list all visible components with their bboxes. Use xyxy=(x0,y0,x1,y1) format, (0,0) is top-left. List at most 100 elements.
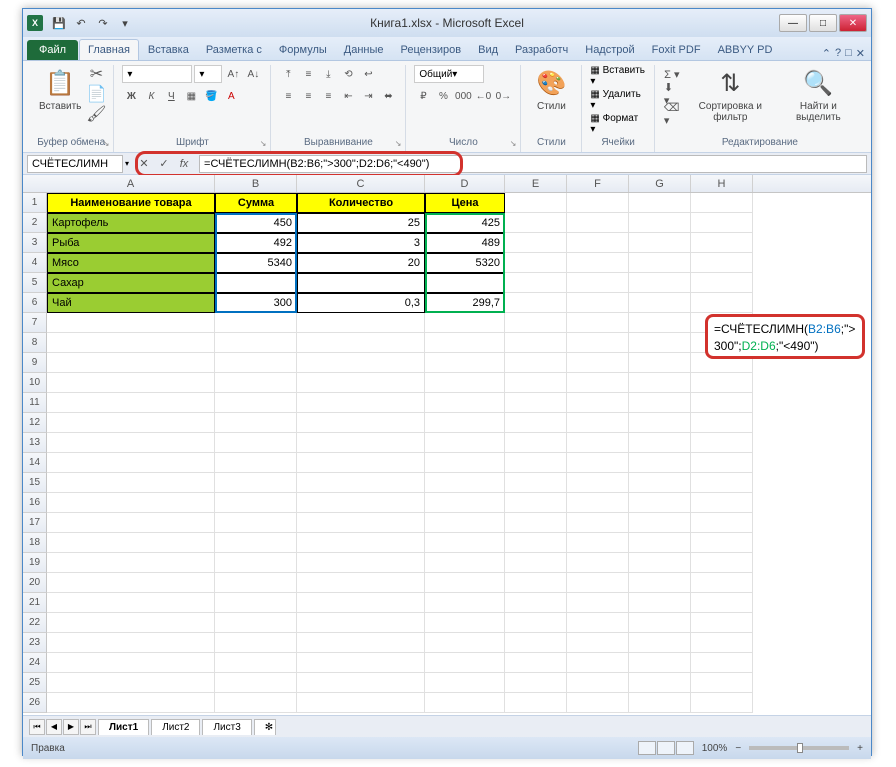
find-select-button[interactable]: 🔍 Найти и выделить xyxy=(780,65,857,125)
zoom-level[interactable]: 100% xyxy=(702,743,728,754)
window-restore-icon[interactable]: □ xyxy=(845,47,852,60)
namebox-dropdown-icon[interactable]: ▾ xyxy=(125,159,129,168)
cell-a22[interactable] xyxy=(47,613,215,633)
cell-h13[interactable] xyxy=(691,433,753,453)
row-header-6[interactable]: 6 xyxy=(23,293,47,313)
cell-g26[interactable] xyxy=(629,693,691,713)
formula-input[interactable]: =СЧЁТЕСЛИМН(B2:B6;">300";D2:D6;"<490") xyxy=(199,155,867,173)
wrap-button[interactable]: ↩ xyxy=(359,65,377,83)
cell-g3[interactable] xyxy=(629,233,691,253)
cell-h12[interactable] xyxy=(691,413,753,433)
cell-e18[interactable] xyxy=(505,533,567,553)
cell-f7[interactable] xyxy=(567,313,629,333)
cell-h23[interactable] xyxy=(691,633,753,653)
zoom-slider[interactable] xyxy=(749,746,849,750)
cell-c6[interactable]: 0,3 xyxy=(297,293,425,313)
cell-f15[interactable] xyxy=(567,473,629,493)
cell-d23[interactable] xyxy=(425,633,505,653)
cell-b16[interactable] xyxy=(215,493,297,513)
cell-d17[interactable] xyxy=(425,513,505,533)
cell-g1[interactable] xyxy=(629,193,691,213)
cell-h22[interactable] xyxy=(691,613,753,633)
cell-d14[interactable] xyxy=(425,453,505,473)
tab-abbyy[interactable]: ABBYY PD xyxy=(710,40,781,60)
col-header-a[interactable]: A xyxy=(47,175,215,192)
copy-button[interactable]: 📄 xyxy=(87,85,105,103)
increase-font-button[interactable]: A↑ xyxy=(224,65,242,83)
sort-filter-button[interactable]: ⇅ Сортировка и фильтр xyxy=(685,65,776,125)
cell-b5[interactable] xyxy=(215,273,297,293)
cell-g19[interactable] xyxy=(629,553,691,573)
decrease-font-button[interactable]: A↓ xyxy=(244,65,262,83)
cell-e21[interactable] xyxy=(505,593,567,613)
tab-insert[interactable]: Вставка xyxy=(140,40,197,60)
close-button[interactable]: ✕ xyxy=(839,14,867,32)
cell-e3[interactable] xyxy=(505,233,567,253)
cell-d12[interactable] xyxy=(425,413,505,433)
row-header-21[interactable]: 21 xyxy=(23,593,47,613)
save-button[interactable]: 💾 xyxy=(49,13,69,33)
tab-foxit[interactable]: Foxit PDF xyxy=(644,40,709,60)
cell-a24[interactable] xyxy=(47,653,215,673)
cell-h6[interactable] xyxy=(691,293,753,313)
cell-e20[interactable] xyxy=(505,573,567,593)
tab-addins[interactable]: Надстрой xyxy=(577,40,642,60)
cell-g15[interactable] xyxy=(629,473,691,493)
row-header-26[interactable]: 26 xyxy=(23,693,47,713)
align-left-button[interactable]: ≡ xyxy=(279,87,297,105)
cell-d16[interactable] xyxy=(425,493,505,513)
cell-h15[interactable] xyxy=(691,473,753,493)
cell-f19[interactable] xyxy=(567,553,629,573)
cell-a20[interactable] xyxy=(47,573,215,593)
tab-formulas[interactable]: Формулы xyxy=(271,40,335,60)
col-header-b[interactable]: B xyxy=(215,175,297,192)
cell-f25[interactable] xyxy=(567,673,629,693)
cell-c4[interactable]: 20 xyxy=(297,253,425,273)
row-header-14[interactable]: 14 xyxy=(23,453,47,473)
help-icon[interactable]: ? xyxy=(835,47,841,60)
cell-g8[interactable] xyxy=(629,333,691,353)
col-header-g[interactable]: G xyxy=(629,175,691,192)
sheet-tab-2[interactable]: Лист2 xyxy=(151,719,200,735)
cell-a19[interactable] xyxy=(47,553,215,573)
row-header-17[interactable]: 17 xyxy=(23,513,47,533)
zoom-out-button[interactable]: − xyxy=(735,743,741,754)
new-sheet-button[interactable]: ✻ xyxy=(254,719,276,735)
orientation-button[interactable]: ⟲ xyxy=(339,65,357,83)
page-break-view-button[interactable] xyxy=(676,741,694,755)
number-format-select[interactable]: Общий ▾ xyxy=(414,65,484,83)
cell-c17[interactable] xyxy=(297,513,425,533)
cell-b20[interactable] xyxy=(215,573,297,593)
row-header-15[interactable]: 15 xyxy=(23,473,47,493)
col-header-c[interactable]: C xyxy=(297,175,425,192)
row-header-10[interactable]: 10 xyxy=(23,373,47,393)
cell-b26[interactable] xyxy=(215,693,297,713)
col-header-d[interactable]: D xyxy=(425,175,505,192)
cell-a14[interactable] xyxy=(47,453,215,473)
comma-button[interactable]: 000 xyxy=(454,87,472,105)
cell-d2[interactable]: 425 xyxy=(425,213,505,233)
cell-h1[interactable] xyxy=(691,193,753,213)
cell-b11[interactable] xyxy=(215,393,297,413)
align-top-button[interactable]: ⤒ xyxy=(279,65,297,83)
cell-d18[interactable] xyxy=(425,533,505,553)
cell-e23[interactable] xyxy=(505,633,567,653)
row-header-4[interactable]: 4 xyxy=(23,253,47,273)
row-header-8[interactable]: 8 xyxy=(23,333,47,353)
cell-c24[interactable] xyxy=(297,653,425,673)
cell-f9[interactable] xyxy=(567,353,629,373)
decrease-decimal-button[interactable]: 0→ xyxy=(494,87,512,105)
tab-review[interactable]: Рецензиров xyxy=(393,40,470,60)
cell-d8[interactable] xyxy=(425,333,505,353)
underline-button[interactable]: Ч xyxy=(162,87,180,105)
cell-f10[interactable] xyxy=(567,373,629,393)
cell-c11[interactable] xyxy=(297,393,425,413)
cell-f18[interactable] xyxy=(567,533,629,553)
first-sheet-button[interactable]: ⏮ xyxy=(29,719,45,735)
cell-h21[interactable] xyxy=(691,593,753,613)
cell-b17[interactable] xyxy=(215,513,297,533)
clear-button[interactable]: ⌫ ▾ xyxy=(663,105,681,123)
cell-e11[interactable] xyxy=(505,393,567,413)
row-header-9[interactable]: 9 xyxy=(23,353,47,373)
cell-c2[interactable]: 25 xyxy=(297,213,425,233)
